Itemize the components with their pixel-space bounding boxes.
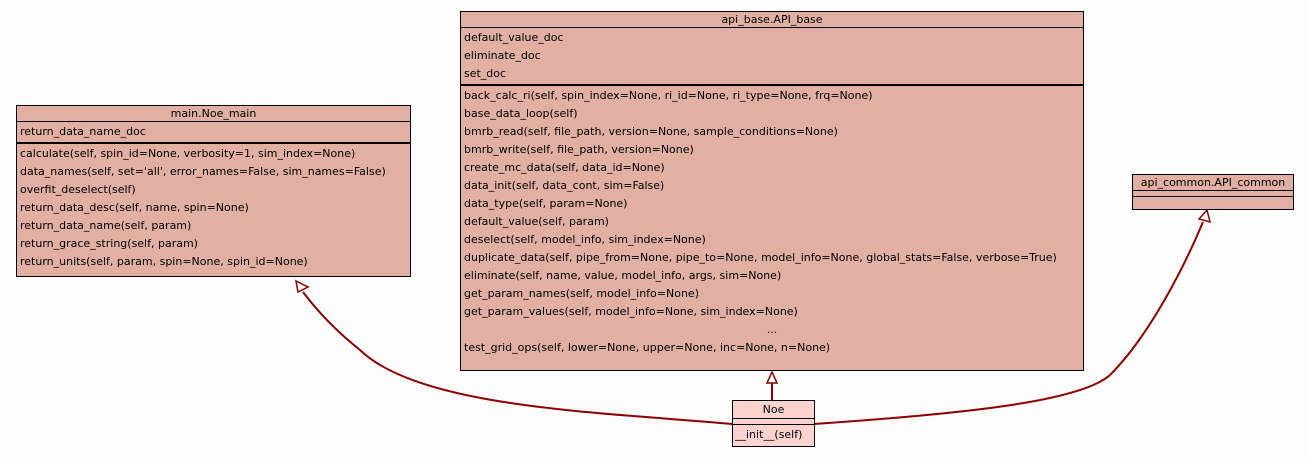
class-api-common[interactable]: api_common.API_common — [1132, 174, 1294, 210]
method: data_names(self, set='all', error_names=… — [20, 165, 386, 178]
method: return_data_desc(self, name, spin=None) — [20, 201, 249, 214]
method: overfit_deselect(self) — [20, 183, 136, 196]
method: get_param_values(self, model_info=None, … — [464, 305, 798, 318]
method: return_grace_string(self, param) — [20, 237, 198, 250]
arrowhead-api-common — [1197, 208, 1212, 224]
method: bmrb_read(self, file_path, version=None,… — [464, 125, 838, 138]
attribute: default_value_doc — [464, 31, 564, 44]
method: return_units(self, param, spin=None, spi… — [20, 255, 308, 268]
class-noe-main[interactable]: main.Noe_main return_data_name_doc calcu… — [16, 105, 411, 277]
attribute: return_data_name_doc — [20, 125, 146, 138]
class-api-base[interactable]: api_base.API_base default_value_doc elim… — [460, 11, 1084, 371]
attribute: set_doc — [464, 67, 507, 80]
methods-section: back_calc_ri(self, spin_index=None, ri_i… — [461, 84, 1083, 358]
method: get_param_names(self, model_info=None) — [464, 287, 699, 300]
method: return_data_name(self, param) — [20, 219, 192, 232]
method: deselect(self, model_info, sim_index=Non… — [464, 233, 706, 246]
method: data_init(self, data_cont, sim=False) — [464, 179, 665, 192]
class-title: main.Noe_main — [170, 107, 257, 120]
method: __init__(self) — [735, 428, 803, 441]
method: eliminate(self, name, value, model_info,… — [464, 269, 782, 282]
method: bmrb_write(self, file_path, version=None… — [464, 143, 694, 156]
methods-section — [1133, 196, 1293, 202]
arrowhead-api-base — [765, 370, 779, 384]
attributes-section: return_data_name_doc — [17, 121, 410, 142]
methods-section: calculate(self, spin_id=None, verbosity=… — [17, 142, 410, 272]
method: create_mc_data(self, data_id=None) — [464, 161, 665, 174]
method: duplicate_data(self, pipe_from=None, pip… — [464, 251, 1057, 264]
class-title: Noe — [762, 403, 785, 416]
class-noe[interactable]: Noe __init__(self) — [732, 400, 815, 447]
ellipsis: ... — [766, 323, 778, 336]
arrowhead-noe-main — [294, 279, 310, 294]
class-title: api_base.API_base — [721, 13, 823, 26]
methods-section: __init__(self) — [733, 424, 814, 445]
method: data_type(self, param=None) — [464, 197, 628, 210]
method: base_data_loop(self) — [464, 107, 578, 120]
method: calculate(self, spin_id=None, verbosity=… — [20, 147, 356, 160]
class-title: api_common.API_common — [1140, 176, 1286, 189]
attributes-section: default_value_doc eliminate_doc set_doc — [461, 27, 1083, 84]
method: default_value(self, param) — [464, 215, 609, 228]
attribute: eliminate_doc — [464, 49, 541, 62]
method: back_calc_ri(self, spin_index=None, ri_i… — [464, 89, 873, 102]
method: test_grid_ops(self, lower=None, upper=No… — [464, 341, 831, 354]
